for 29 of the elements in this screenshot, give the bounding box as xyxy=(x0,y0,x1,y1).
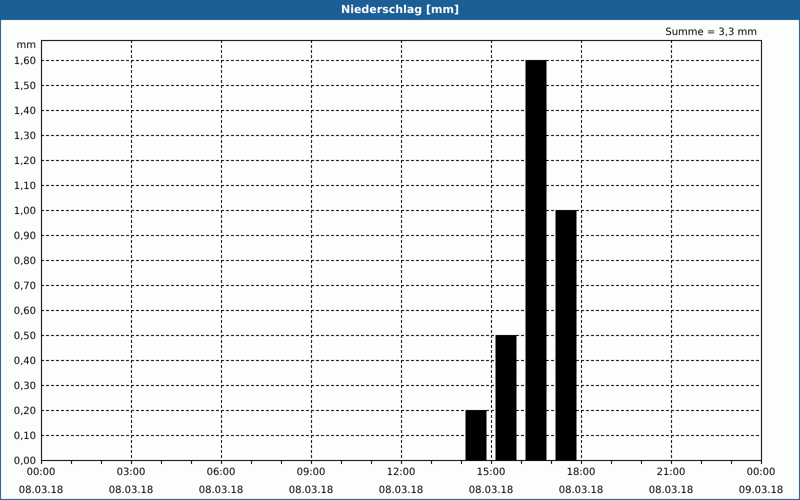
y-tick-label: 0,80 xyxy=(14,256,36,267)
y-tick-label: 1,10 xyxy=(14,181,36,192)
y-tick-label: 0,10 xyxy=(14,431,36,442)
y-tick-label: 1,30 xyxy=(14,131,36,142)
x-tick-label: 15:00 08.03.18 xyxy=(468,467,514,496)
x-tick-label: 12:00 08.03.18 xyxy=(378,467,424,496)
y-tick-label: 1,60 xyxy=(14,56,36,67)
summary-text: Summe = 3,3 mm xyxy=(665,27,757,38)
y-axis-unit: mm xyxy=(16,40,36,51)
window-title: Niederschlag [mm] xyxy=(341,2,459,18)
y-tick-label: 0,50 xyxy=(14,331,36,342)
y-tick-label: 1,20 xyxy=(14,156,36,167)
y-tick-label: 0,00 xyxy=(14,456,36,467)
x-tick-label: 00:00 08.03.18 xyxy=(18,467,64,496)
y-tick-label: 1,50 xyxy=(14,81,36,92)
x-tick-label: 21:00 08.03.18 xyxy=(648,467,694,496)
x-tick-label: 03:00 08.03.18 xyxy=(108,467,154,496)
x-tick-label: 06:00 08.03.18 xyxy=(198,467,244,496)
y-tick-label: 0,60 xyxy=(14,306,36,317)
y-tick-label: 1,00 xyxy=(14,206,36,217)
y-tick-label: 0,70 xyxy=(14,281,36,292)
y-tick-label: 0,20 xyxy=(14,406,36,417)
y-tick-label: 1,40 xyxy=(14,106,36,117)
y-tick-label: 0,90 xyxy=(14,231,36,242)
x-tick-label: 00:00 09.03.18 xyxy=(738,467,784,496)
x-tick-label: 18:00 08.03.18 xyxy=(558,467,604,496)
y-tick-label: 0,30 xyxy=(14,381,36,392)
y-tick-label: 0,40 xyxy=(14,356,36,367)
x-tick-label: 09:00 08.03.18 xyxy=(288,467,334,496)
